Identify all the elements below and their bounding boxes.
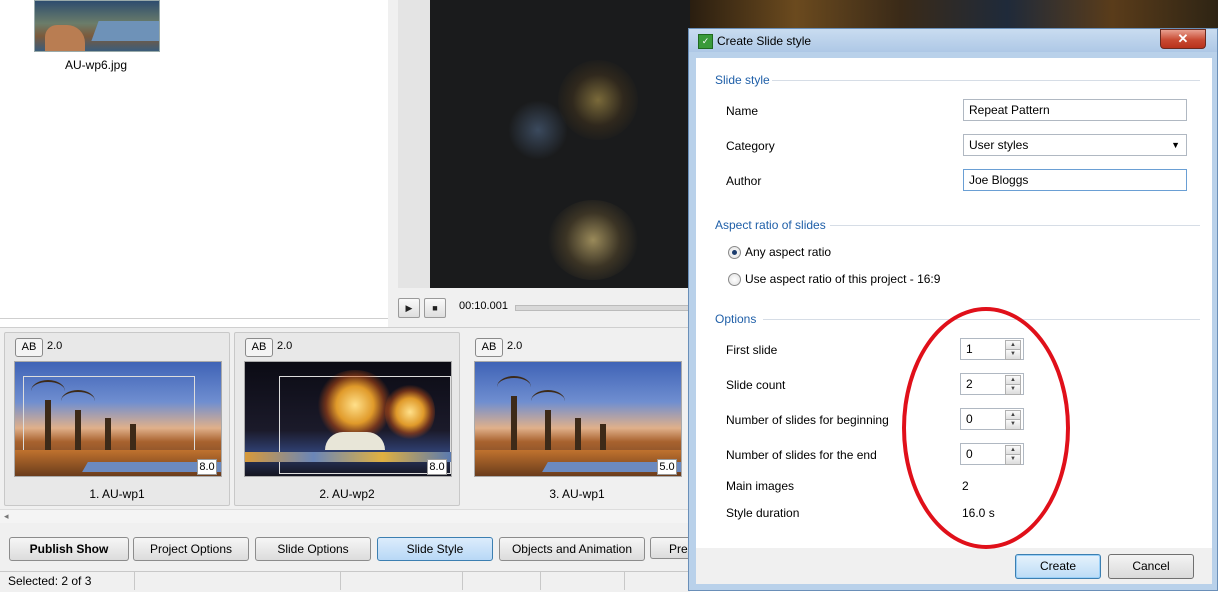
- publish-show-button[interactable]: Publish Show: [9, 537, 129, 561]
- chevron-down-icon[interactable]: ▼: [1171, 135, 1180, 155]
- group-divider: [763, 319, 1200, 320]
- project-options-button[interactable]: Project Options: [133, 537, 249, 561]
- close-icon[interactable]: ✕: [1160, 29, 1206, 49]
- horizontal-scrollbar[interactable]: ◂: [0, 509, 690, 524]
- status-divider: [134, 572, 135, 590]
- first-slide-stepper[interactable]: 1 ▲ ▼: [960, 338, 1024, 360]
- group-title-aspect-ratio: Aspect ratio of slides: [715, 218, 826, 232]
- slide-style-button[interactable]: Slide Style: [377, 537, 493, 561]
- scroll-left-icon[interactable]: ◂: [4, 511, 9, 522]
- end-slides-stepper[interactable]: 0 ▲ ▼: [960, 443, 1024, 465]
- status-divider: [624, 572, 625, 590]
- ab-badge[interactable]: AB: [475, 338, 503, 357]
- author-label: Author: [726, 174, 762, 188]
- any-aspect-label[interactable]: Any aspect ratio: [745, 245, 831, 259]
- slide-thumbnail[interactable]: AB 2.0 8.0 2. AU-wp2: [234, 332, 460, 506]
- slide-count-label: Slide count: [726, 378, 786, 392]
- ab-badge[interactable]: AB: [245, 338, 273, 357]
- play-icon[interactable]: ▶: [398, 298, 420, 318]
- slide-count-stepper[interactable]: 2 ▲ ▼: [960, 373, 1024, 395]
- main-images-value: 2: [962, 479, 969, 493]
- author-field[interactable]: Joe Bloggs: [963, 169, 1187, 191]
- style-duration-label: Style duration: [726, 506, 800, 520]
- create-button[interactable]: Create: [1015, 554, 1101, 579]
- file-name-label: AU-wp6.jpg: [64, 58, 128, 72]
- slide-caption: 1. AU-wp1: [89, 487, 145, 501]
- slide-image: [244, 361, 452, 477]
- seek-bar[interactable]: [515, 305, 692, 311]
- slide-duration-badge: 8.0: [197, 459, 217, 475]
- status-bar: [0, 571, 690, 592]
- group-title-slide-style: Slide style: [715, 73, 770, 87]
- spin-down-icon[interactable]: ▼: [1005, 349, 1021, 360]
- stop-icon[interactable]: ■: [424, 298, 446, 318]
- ab-badge[interactable]: AB: [15, 338, 43, 357]
- first-slide-label: First slide: [726, 343, 778, 357]
- project-aspect-label[interactable]: Use aspect ratio of this project - 16:9: [745, 272, 940, 286]
- spin-down-icon[interactable]: ▼: [1005, 419, 1021, 430]
- transition-duration: 2.0: [47, 340, 63, 352]
- slide-duration-badge: 8.0: [427, 459, 447, 475]
- radio-any-aspect[interactable]: [728, 246, 741, 259]
- slide-caption: 2. AU-wp2: [319, 487, 375, 501]
- beginning-slides-stepper[interactable]: 0 ▲ ▼: [960, 408, 1024, 430]
- spin-down-icon[interactable]: ▼: [1005, 384, 1021, 395]
- group-divider: [830, 225, 1200, 226]
- end-slides-label: Number of slides for the end: [726, 448, 877, 462]
- slide-options-button[interactable]: Slide Options: [255, 537, 371, 561]
- transition-duration: 2.0: [277, 340, 293, 352]
- category-label: Category: [726, 139, 775, 153]
- category-value: User styles: [969, 138, 1029, 152]
- radio-project-aspect[interactable]: [728, 273, 741, 286]
- main-images-label: Main images: [726, 479, 795, 493]
- selection-status: Selected: 2 of 3: [8, 574, 92, 588]
- beginning-slides-label: Number of slides for beginning: [726, 413, 889, 427]
- slide-image: [474, 361, 682, 477]
- objects-animation-button[interactable]: Objects and Animation: [499, 537, 645, 561]
- slide-thumbnail[interactable]: AB 2.0 8.0 1. AU-wp1: [4, 332, 230, 506]
- status-divider: [540, 572, 541, 590]
- group-divider: [772, 80, 1200, 81]
- category-select[interactable]: User styles ▼: [963, 134, 1187, 156]
- file-thumbnail[interactable]: [34, 0, 160, 52]
- transition-duration: 2.0: [507, 340, 523, 352]
- end-slides-value: 0: [966, 447, 973, 461]
- name-label: Name: [726, 104, 759, 118]
- spin-down-icon[interactable]: ▼: [1005, 454, 1021, 465]
- slide-image: [14, 361, 222, 477]
- cancel-button[interactable]: Cancel: [1108, 554, 1194, 579]
- style-duration-value: 16.0 s: [962, 506, 995, 520]
- preview-image: [398, 0, 690, 288]
- status-divider: [462, 572, 463, 590]
- slide-thumbnail[interactable]: AB 2.0 5.0 3. AU-wp1: [464, 332, 690, 506]
- name-field[interactable]: Repeat Pattern: [963, 99, 1187, 121]
- preview-button[interactable]: Pre: [650, 537, 690, 559]
- time-readout: 00:10.001: [459, 300, 508, 312]
- dialog-body: [696, 58, 1212, 548]
- group-title-options: Options: [715, 312, 757, 326]
- slide-duration-badge: 5.0: [657, 459, 677, 475]
- slide-caption: 3. AU-wp1: [549, 487, 605, 501]
- status-divider: [340, 572, 341, 590]
- slide-count-value: 2: [966, 377, 973, 391]
- beginning-slides-value: 0: [966, 412, 973, 426]
- app-icon: ✓: [698, 34, 713, 49]
- dialog-title: Create Slide style: [717, 34, 812, 48]
- background-photo: [690, 0, 1218, 28]
- first-slide-value: 1: [966, 342, 973, 356]
